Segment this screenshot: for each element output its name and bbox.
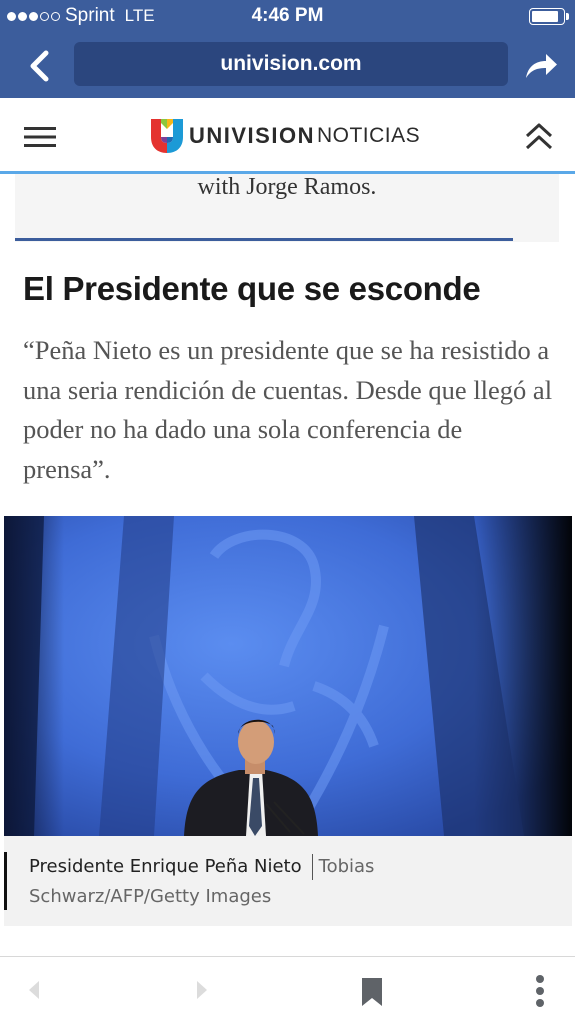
battery-icon [529,8,569,25]
chevron-left-icon [30,50,49,82]
url-text: univision.com [220,52,362,75]
previous-story-card[interactable]: with Jorge Ramos. [15,174,559,242]
url-field[interactable]: univision.com [74,42,508,86]
bookmark-icon [362,978,382,1006]
double-chevron-up-icon [525,123,553,150]
browser-toolbar: univision.com [0,34,575,98]
bookmark-button[interactable] [360,977,384,1012]
back-arrow-icon [29,981,39,999]
forward-button[interactable] [192,975,212,1010]
more-vertical-icon [536,975,544,1007]
menu-button[interactable] [24,125,58,149]
section-divider [15,238,513,241]
caption-accent-bar [4,852,7,910]
battery-level [532,11,558,22]
status-bar: Sprint LTE 4:46 PM [0,0,575,34]
browser-back-button[interactable] [22,50,58,82]
univision-logo[interactable]: UNIVISION NOTICIAS [149,116,420,156]
univision-u-logo-icon [151,119,183,153]
status-time: 4:46 PM [251,5,324,26]
scroll-top-button[interactable] [523,122,555,152]
president-speaking-photo [4,516,572,836]
caption-text-block: Presidente Enrique Peña Nieto Tobias Schw… [29,852,549,912]
photo-caption: Presidente Enrique Peña Nieto Tobias Schw… [4,836,572,926]
article-headline: El Presidente que se esconde [23,270,481,307]
article-quote: “Peña Nieto es un presidente que se ha r… [23,335,553,484]
share-button[interactable] [522,50,560,82]
forward-arrow-icon [197,981,207,999]
article-photo[interactable] [4,516,572,836]
more-options-button[interactable] [530,973,550,1014]
caption-separator [311,854,313,880]
previous-story-text: with Jorge Ramos. [197,174,377,200]
brand-section: NOTICIAS [316,124,421,147]
browser-bottom-toolbar [0,956,575,1024]
back-button[interactable] [24,975,44,1010]
hamburger-menu-icon [24,127,56,147]
brand-name: UNIVISION [189,123,315,148]
share-arrow-icon [526,54,557,78]
caption-description: Presidente Enrique Peña Nieto [29,856,302,877]
site-header: UNIVISION NOTICIAS [0,98,575,174]
